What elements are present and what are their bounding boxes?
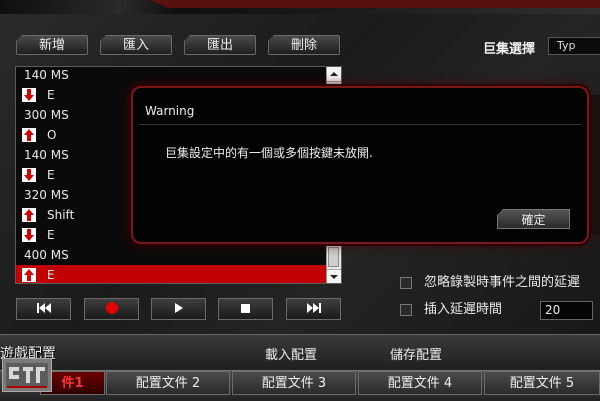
list-item-label: E: [47, 268, 55, 282]
list-item-label: E: [47, 88, 55, 102]
list-item-label: E: [47, 228, 55, 242]
header-red-accent: [150, 0, 600, 8]
play-icon: [174, 302, 183, 316]
list-item-label: 320 MS: [24, 188, 69, 202]
top-header-stripe: [0, 0, 600, 14]
delete-button[interactable]: 刪除: [268, 35, 340, 55]
load-config-tab[interactable]: 載入配置: [265, 344, 317, 363]
tab-profile-4[interactable]: 配置文件 4: [358, 371, 482, 395]
save-config-tab[interactable]: 儲存配置: [390, 344, 442, 363]
record-button[interactable]: [84, 298, 139, 320]
ok-button[interactable]: 確定: [497, 209, 570, 229]
key-up-icon: [22, 208, 36, 222]
dialog-divider: [139, 124, 581, 125]
skip-forward-button[interactable]: [286, 298, 341, 320]
list-item-label: 140 MS: [24, 68, 69, 82]
list-item-label: 300 MS: [24, 108, 69, 122]
tab-profile-5[interactable]: 配置文件 5: [484, 371, 600, 395]
stop-button[interactable]: [218, 298, 273, 320]
skip-back-button[interactable]: [16, 298, 71, 320]
list-item-label: 140 MS: [24, 148, 69, 162]
list-item-label: O: [47, 128, 57, 142]
tab-profile-3[interactable]: 配置文件 3: [232, 371, 356, 395]
new-button[interactable]: 新增: [16, 35, 88, 55]
skip-back-icon: [36, 302, 52, 316]
key-down-icon: [22, 88, 36, 102]
key-down-icon: [22, 228, 36, 242]
ignore-delay-label: 忽略錄製時事件之間的延遲: [424, 275, 581, 290]
list-item-label: Shift: [47, 208, 75, 222]
background-panel-edge: [589, 95, 600, 235]
play-button[interactable]: [151, 298, 206, 320]
ignore-delay-checkbox[interactable]: [400, 277, 412, 289]
record-icon: [105, 301, 118, 317]
list-item-label: E: [47, 168, 55, 182]
stop-icon: [241, 302, 250, 316]
list-item-selected[interactable]: E: [16, 265, 326, 283]
insert-delay-label: 插入延遲時間: [424, 302, 503, 317]
macro-select-label: 巨集選擇: [483, 42, 536, 57]
tab-profile-2[interactable]: 配置文件 2: [106, 371, 230, 395]
insert-delay-input[interactable]: 20: [540, 301, 593, 320]
list-item[interactable]: 140 MS: [16, 67, 326, 85]
scroll-down-icon[interactable]: [327, 269, 341, 283]
dialog-title: Warning: [145, 104, 195, 118]
warning-dialog: Warning 巨集設定中的有一個或多個按鍵未放開. 確定: [131, 86, 589, 244]
key-down-icon: [22, 168, 36, 182]
skip-forward-icon: [306, 302, 322, 316]
brand-logo: [2, 358, 52, 392]
key-up-icon: [22, 128, 36, 142]
key-up-icon: [22, 268, 36, 282]
config-action-bar: 載入配置 儲存配置: [0, 334, 600, 371]
scroll-up-icon[interactable]: [327, 67, 341, 82]
dialog-message: 巨集設定中的有一個或多個按鍵未放開.: [165, 146, 373, 160]
list-item-label: 400 MS: [24, 248, 69, 262]
list-item[interactable]: 400 MS: [16, 245, 326, 265]
insert-delay-checkbox[interactable]: [400, 304, 412, 316]
import-button[interactable]: 匯入: [100, 35, 172, 55]
export-button[interactable]: 匯出: [184, 35, 256, 55]
macro-select[interactable]: Typ: [548, 37, 600, 55]
scroll-thumb[interactable]: [328, 247, 339, 267]
